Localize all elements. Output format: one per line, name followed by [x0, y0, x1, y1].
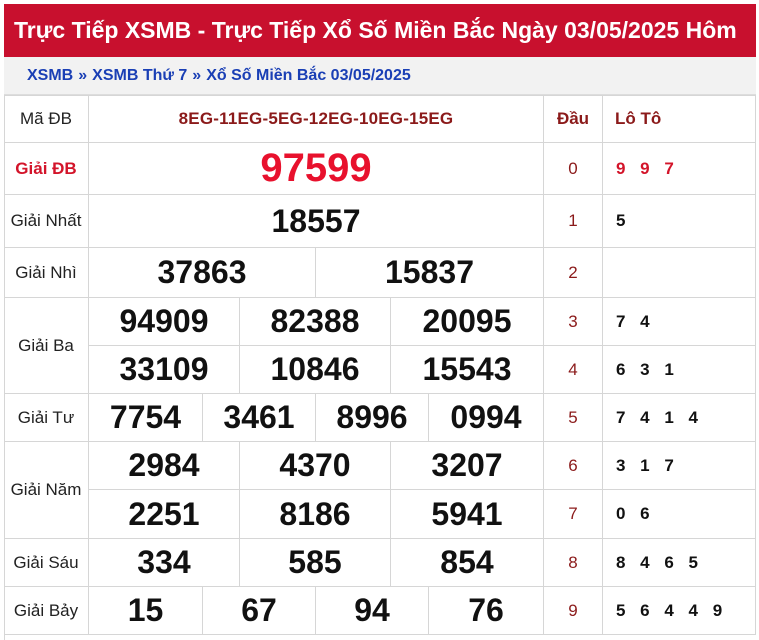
- prize-label-nhi: Giải Nhì: [4, 248, 89, 298]
- breadcrumb-link-xsmb-thu-7[interactable]: XSMB Thứ 7: [92, 67, 187, 85]
- ma-db-label: Mã ĐB: [4, 95, 89, 143]
- breadcrumb-link-xsmb-date[interactable]: Xổ Số Miền Bắc 03/05/2025: [206, 67, 411, 85]
- loto-cell: 7 4: [603, 298, 756, 346]
- prize-nam-number: 3207: [391, 442, 544, 490]
- dau-cell: 4: [544, 346, 603, 394]
- loto-cell: 5: [603, 195, 756, 248]
- loto-cell: 7 4 1 4: [603, 394, 756, 442]
- loto-cell: 0 6: [603, 490, 756, 539]
- loto-cell: 8 4 6 5: [603, 539, 756, 587]
- ma-db-value: 8EG-11EG-5EG-12EG-10EG-15EG: [89, 95, 544, 143]
- results-board: Mã ĐB 8EG-11EG-5EG-12EG-10EG-15EG Đầu Lô…: [4, 95, 756, 640]
- prize-nam-number: 2984: [89, 442, 240, 490]
- prize-ba-number: 15543: [391, 346, 544, 394]
- prize-label-bay: Giải Bảy: [4, 587, 89, 635]
- loto-cell: 5 6 4 4 9: [603, 587, 756, 635]
- prize-bay-number: 76: [429, 587, 544, 635]
- loto-cell: 3 1 7: [603, 442, 756, 490]
- prize-bay-number: 67: [203, 587, 316, 635]
- prize-label-nam: Giải Năm: [4, 442, 89, 539]
- prize-nam-number: 8186: [240, 490, 391, 539]
- breadcrumb: XSMB » XSMB Thứ 7 » Xổ Số Miền Bắc 03/05…: [4, 57, 756, 95]
- loto-cell: [603, 248, 756, 298]
- prize-ba-number: 20095: [391, 298, 544, 346]
- breadcrumb-link-xsmb[interactable]: XSMB: [27, 67, 73, 85]
- dau-cell: 2: [544, 248, 603, 298]
- dau-cell: 9: [544, 587, 603, 635]
- prize-tu-number: 0994: [429, 394, 544, 442]
- prize-sau-number: 334: [89, 539, 240, 587]
- dau-cell: 1: [544, 195, 603, 248]
- prize-nam-number: 5941: [391, 490, 544, 539]
- prize-bay-number: 15: [89, 587, 203, 635]
- prize-tu-number: 7754: [89, 394, 203, 442]
- prize-sau-number: 585: [240, 539, 391, 587]
- dau-cell: 0: [544, 143, 603, 195]
- prize-nhi-number: 37863: [89, 248, 316, 298]
- dau-cell: 8: [544, 539, 603, 587]
- prize-db-number: 97599: [89, 143, 544, 195]
- prize-tu-number: 8996: [316, 394, 429, 442]
- loto-cell: 9 9 7: [603, 143, 756, 195]
- prize-ba-number: 10846: [240, 346, 391, 394]
- prize-label-ba: Giải Ba: [4, 298, 89, 394]
- prize-tu-number: 3461: [203, 394, 316, 442]
- prize-label-tu: Giải Tư: [4, 394, 89, 442]
- prize-label-sau: Giải Sáu: [4, 539, 89, 587]
- dau-cell: 3: [544, 298, 603, 346]
- dau-cell: 6: [544, 442, 603, 490]
- prize-bay-number: 94: [316, 587, 429, 635]
- breadcrumb-separator: »: [78, 66, 88, 84]
- prize-sau-number: 854: [391, 539, 544, 587]
- breadcrumb-separator: »: [192, 66, 202, 84]
- dau-cell: 7: [544, 490, 603, 539]
- dau-cell: 5: [544, 394, 603, 442]
- prize-nam-number: 4370: [240, 442, 391, 490]
- loto-cell: 6 3 1: [603, 346, 756, 394]
- prize-ba-number: 82388: [240, 298, 391, 346]
- loto-header: Lô Tô: [603, 95, 756, 143]
- page-title: Trực Tiếp XSMB - Trực Tiếp Xổ Số Miền Bắ…: [14, 17, 737, 43]
- page-header: Trực Tiếp XSMB - Trực Tiếp Xổ Số Miền Bắ…: [4, 4, 756, 57]
- dau-header: Đầu: [544, 95, 603, 143]
- prize-label-nhat: Giải Nhất: [4, 195, 89, 248]
- prize-nam-number: 2251: [89, 490, 240, 539]
- prize-nhat-number: 18557: [89, 195, 544, 248]
- prize-ba-number: 33109: [89, 346, 240, 394]
- prize-nhi-number: 15837: [316, 248, 544, 298]
- prize-ba-number: 94909: [89, 298, 240, 346]
- prize-label-db: Giải ĐB: [4, 143, 89, 195]
